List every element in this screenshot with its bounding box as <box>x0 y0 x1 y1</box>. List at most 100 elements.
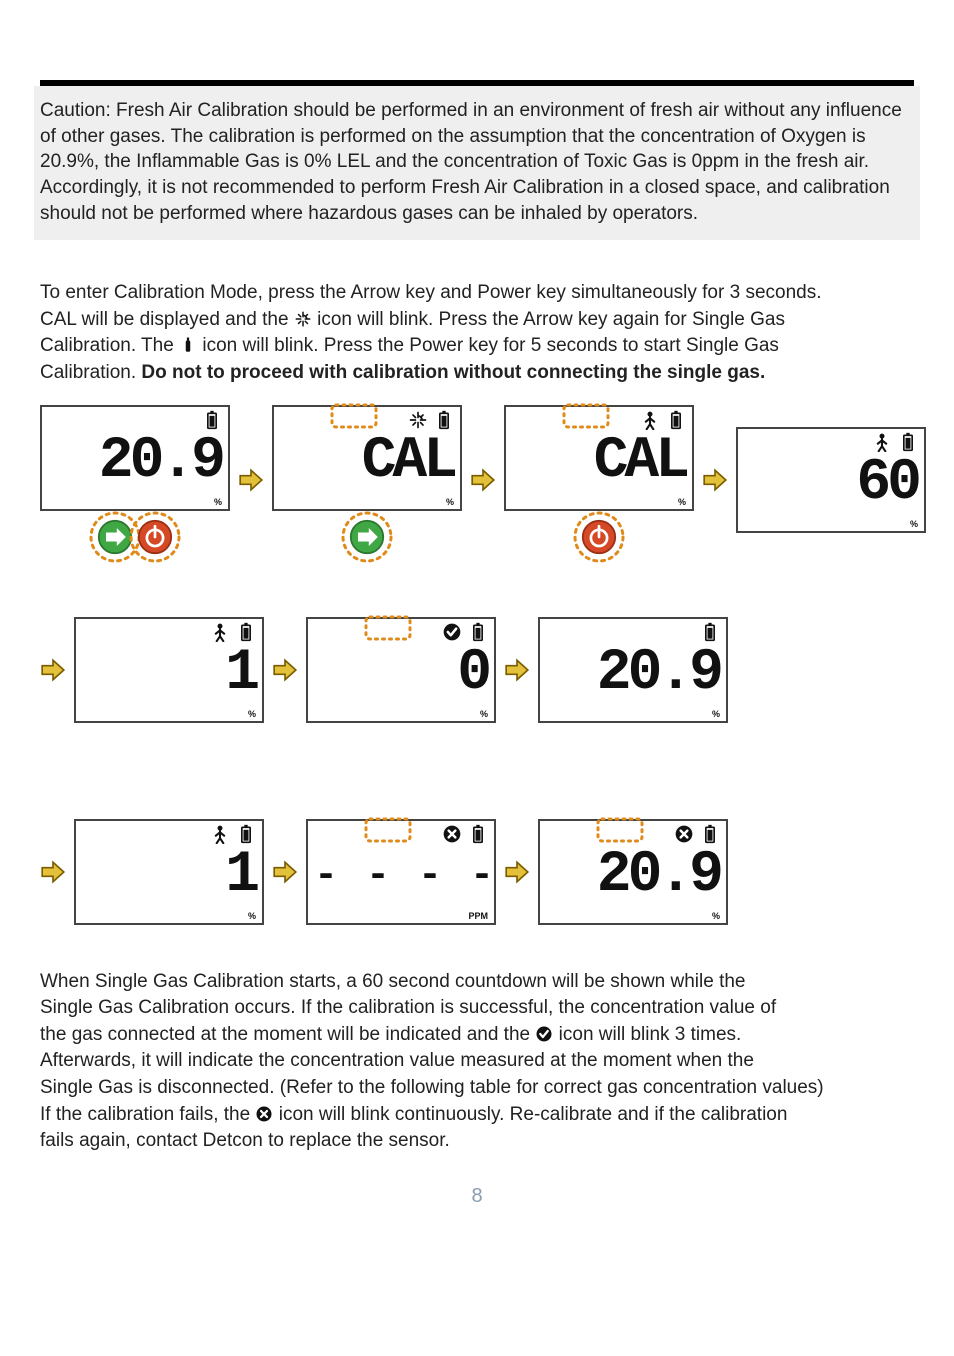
lcd-status-icons <box>442 824 488 844</box>
intro-line4-bold: Do not to proceed with calibration witho… <box>141 362 765 383</box>
result-l5: Single Gas is disconnected. (Refer to th… <box>40 1077 824 1098</box>
lcd-unit-label: % <box>248 911 256 921</box>
battery-icon <box>700 824 720 844</box>
result-l3-pre: the gas connected at the moment will be … <box>40 1024 535 1045</box>
lcd-unit-label: % <box>214 497 222 507</box>
sequence-row-3: 1% - - - - PPM 20.9% <box>40 819 914 925</box>
person-alarm-icon <box>210 824 230 844</box>
intro-line4-pre: Calibration. <box>40 362 141 383</box>
intro-line2-post: icon will blink. Press the Arrow key aga… <box>317 309 785 330</box>
lcd-screen: 0% <box>306 617 496 723</box>
battery-icon <box>236 622 256 642</box>
person-alarm-icon <box>640 410 660 430</box>
lcd-screen: CAL% <box>504 405 694 511</box>
blink-indicator <box>364 615 412 641</box>
sequence-row-2: 1%0%20.9% <box>40 617 914 723</box>
result-l6-post: icon will blink continuously. Re-calibra… <box>279 1104 788 1125</box>
arrow-button-icon <box>97 519 133 555</box>
arrow-right-icon <box>470 467 496 493</box>
result-l6-pre: If the calibration fails, the <box>40 1104 255 1125</box>
intro-line2-pre: CAL will be displayed and the <box>40 309 294 330</box>
lcd-status-icons <box>442 622 488 642</box>
button-row <box>581 519 617 555</box>
person-alarm-icon <box>210 622 230 642</box>
power-button-icon <box>581 519 617 555</box>
lcd-main-reading: 1 <box>82 847 256 905</box>
blink-indicator <box>562 403 610 429</box>
lcd-unit-label: % <box>712 709 720 719</box>
button-row <box>349 519 385 555</box>
arrow-right-icon <box>504 859 530 885</box>
lcd-main-reading: - - - - <box>314 857 488 897</box>
person-alarm-icon <box>872 432 892 452</box>
lcd-unit-label: % <box>712 911 720 921</box>
battery-icon <box>666 410 686 430</box>
lcd-screen: - - - - PPM <box>306 819 496 925</box>
lcd-screen: 1% <box>74 617 264 723</box>
lcd-unit-label: % <box>910 519 918 529</box>
intro-line3-post: icon will blink. Press the Power key for… <box>202 335 779 356</box>
arrow-right-icon <box>238 467 264 493</box>
check-badge-icon <box>442 622 462 642</box>
gas-cylinder-icon <box>179 336 197 354</box>
blink-indicator <box>364 817 412 843</box>
lcd-status-icons <box>872 432 918 452</box>
arrow-button-icon <box>349 519 385 555</box>
caution-box: Caution: Fresh Air Calibration should be… <box>34 86 920 240</box>
page-number: 8 <box>40 1185 914 1208</box>
battery-icon <box>202 410 222 430</box>
battery-icon <box>434 410 454 430</box>
lcd-status-icons <box>408 410 454 430</box>
result-l2: Single Gas Calibration occurs. If the ca… <box>40 997 776 1018</box>
sequence-row-1: 20.9%CAL%CAL%60% <box>40 405 914 555</box>
lcd-unit-label: % <box>678 497 686 507</box>
intro-paragraph: To enter Calibration Mode, press the Arr… <box>40 280 914 386</box>
intro-line3-pre: Calibration. The <box>40 335 179 356</box>
lcd-main-reading: CAL <box>512 433 686 491</box>
battery-icon <box>898 432 918 452</box>
arrow-right-icon <box>272 657 298 683</box>
arrow-right-icon <box>40 657 66 683</box>
lcd-main-reading: 60 <box>744 455 918 513</box>
battery-icon <box>700 622 720 642</box>
result-l4: Afterwards, it will indicate the concent… <box>40 1050 754 1071</box>
arrow-right-icon <box>504 657 530 683</box>
button-row <box>97 519 173 555</box>
lcd-screen: 20.9% <box>538 819 728 925</box>
arrow-right-icon <box>702 467 728 493</box>
battery-icon <box>468 622 488 642</box>
lcd-main-reading: 1 <box>82 645 256 703</box>
caution-text: Caution: Fresh Air Calibration should be… <box>40 100 902 224</box>
lcd-screen: 20.9% <box>40 405 230 511</box>
lcd-screen: 20.9% <box>538 617 728 723</box>
lcd-main-reading: 0 <box>314 645 488 703</box>
blink-indicator <box>596 817 644 843</box>
lcd-status-icons <box>210 824 256 844</box>
lcd-status-icons <box>210 622 256 642</box>
lcd-screen: 60% <box>736 427 926 533</box>
sequence-step: 60% <box>736 427 926 533</box>
fresh-air-icon <box>294 310 312 328</box>
x-badge-icon <box>255 1105 273 1123</box>
lcd-unit-label: % <box>446 497 454 507</box>
result-paragraph: When Single Gas Calibration starts, a 60… <box>40 969 914 1155</box>
lcd-screen: 1% <box>74 819 264 925</box>
lcd-main-reading: 20.9 <box>48 433 222 491</box>
lcd-main-reading: CAL <box>280 433 454 491</box>
lcd-screen: CAL% <box>272 405 462 511</box>
lcd-unit-label: % <box>248 709 256 719</box>
document-page: Caution: Fresh Air Calibration should be… <box>0 0 954 1356</box>
fresh-air-icon <box>408 410 428 430</box>
battery-icon <box>236 824 256 844</box>
blink-indicator <box>330 403 378 429</box>
sequence-step: CAL% <box>272 405 462 555</box>
intro-line1: To enter Calibration Mode, press the Arr… <box>40 282 822 303</box>
result-l7: fails again, contact Detcon to replace t… <box>40 1130 450 1151</box>
x-badge-icon <box>674 824 694 844</box>
lcd-unit-label: PPM <box>468 911 488 921</box>
result-l1: When Single Gas Calibration starts, a 60… <box>40 971 746 992</box>
arrow-right-icon <box>272 859 298 885</box>
arrow-right-icon <box>40 859 66 885</box>
lcd-status-icons <box>640 410 686 430</box>
battery-icon <box>468 824 488 844</box>
